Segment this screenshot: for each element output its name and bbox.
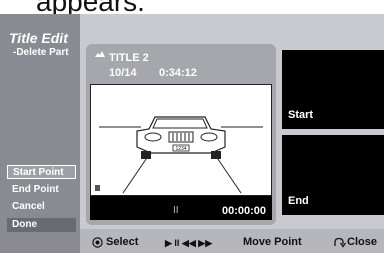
recording-date: 10/14 <box>109 67 137 79</box>
license-plate: 1234 <box>175 146 186 152</box>
title-label: TITLE 2 <box>109 52 149 64</box>
menu-subtitle: -Delete Part <box>13 47 69 58</box>
start-label: Start <box>288 109 314 121</box>
select-hint: Select <box>106 236 139 248</box>
car-illustration: 1234 <box>95 116 263 194</box>
menu-title: Title Edit <box>9 30 68 46</box>
end-thumbnail: End <box>282 135 384 215</box>
end-point-button[interactable]: End Point <box>7 183 76 197</box>
disc-icon <box>95 51 105 57</box>
move-point-hint: Move Point <box>243 236 302 248</box>
cancel-button[interactable]: Cancel <box>7 200 76 214</box>
select-button-icon <box>92 237 103 248</box>
video-preview: 1234 <box>90 84 272 196</box>
return-icon <box>334 237 346 248</box>
start-thumbnail: Start <box>282 50 384 129</box>
start-point-button[interactable]: Start Point <box>7 165 76 179</box>
recording-time: 0:34:12 <box>159 67 197 79</box>
done-button[interactable]: Done <box>7 218 76 232</box>
end-label: End <box>288 195 309 207</box>
close-hint: Close <box>347 236 377 248</box>
time-counter: 00:00:00 <box>222 205 267 217</box>
playback-controls-icons: ▶ II ◀◀ ▶▶ <box>165 238 213 248</box>
pause-icon: II <box>173 205 179 216</box>
